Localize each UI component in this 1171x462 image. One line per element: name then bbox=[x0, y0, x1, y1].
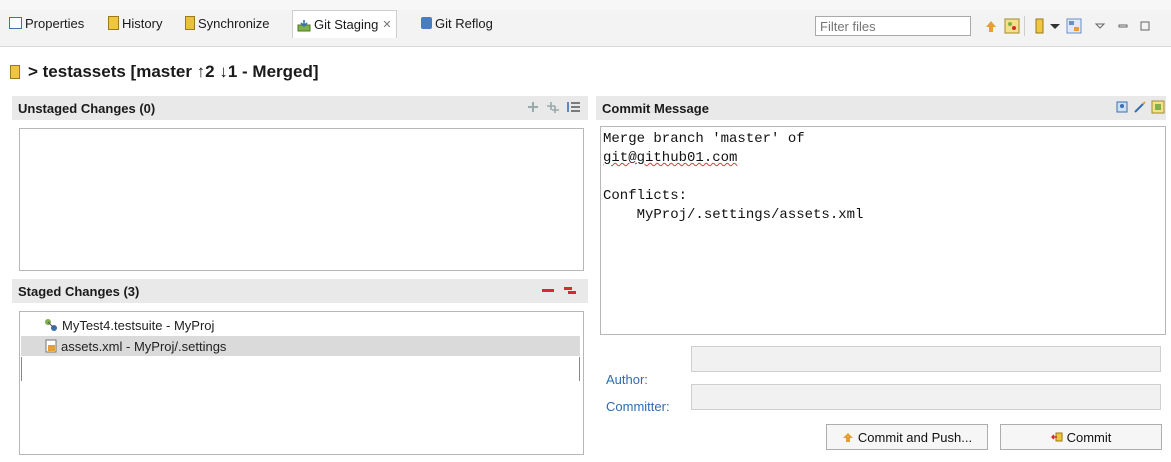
properties-icon bbox=[9, 17, 22, 29]
signed-off-icon[interactable] bbox=[1115, 100, 1129, 114]
commit-and-push-button[interactable]: Commit and Push... bbox=[826, 424, 988, 450]
unstage-all-icon[interactable] bbox=[563, 283, 577, 297]
compare-icon[interactable] bbox=[1004, 18, 1020, 34]
stage-icon[interactable] bbox=[526, 100, 540, 114]
tab-label: Git Staging bbox=[314, 17, 379, 32]
git-staging-icon bbox=[297, 19, 311, 31]
git-reflog-icon bbox=[421, 17, 432, 29]
author-label: Author: bbox=[606, 372, 648, 387]
repository-icon bbox=[10, 65, 20, 79]
minimize-icon[interactable] bbox=[1115, 18, 1131, 34]
scroll-indicator bbox=[579, 357, 580, 381]
staged-changes-title: Staged Changes (3) bbox=[18, 283, 140, 299]
synchronize-icon bbox=[185, 16, 195, 30]
presentation-icon[interactable] bbox=[1066, 18, 1082, 34]
testsuite-icon bbox=[45, 319, 57, 331]
unstaged-changes-list[interactable] bbox=[19, 128, 584, 271]
top-strip bbox=[0, 0, 1171, 10]
toolbar-separator bbox=[1024, 16, 1025, 36]
tab-git-reflog[interactable]: Git Reflog bbox=[421, 10, 493, 36]
commit-button[interactable]: Commit bbox=[1000, 424, 1162, 450]
maximize-icon[interactable] bbox=[1137, 18, 1153, 34]
tab-synchronize[interactable]: Synchronize bbox=[185, 10, 270, 36]
tab-git-staging[interactable]: Git Staging ✕ bbox=[292, 10, 397, 38]
commit-line-4: MyProj/.settings/assets.xml bbox=[603, 207, 864, 223]
history-icon bbox=[108, 16, 119, 30]
close-icon[interactable]: ✕ bbox=[382, 18, 391, 31]
commit-message-title: Commit Message bbox=[602, 100, 709, 116]
commit-line-1: Merge branch 'master' of bbox=[603, 131, 805, 147]
commit-icon bbox=[1050, 432, 1063, 442]
commit-line-2: git@github01.com bbox=[603, 150, 738, 166]
stage-all-icon[interactable] bbox=[546, 100, 560, 114]
refresh-icon[interactable] bbox=[983, 18, 999, 34]
tab-label: Git Reflog bbox=[435, 15, 493, 31]
xml-conflict-icon bbox=[45, 339, 57, 353]
staged-changes-list[interactable]: MyTest4.testsuite - MyProj assets.xml - … bbox=[19, 311, 584, 455]
commit-message-header: Commit Message bbox=[596, 96, 1166, 120]
list-item-label: MyTest4.testsuite - MyProj bbox=[62, 317, 215, 333]
list-item-label: assets.xml - MyProj/.settings bbox=[61, 338, 227, 354]
staged-changes-header: Staged Changes (3) bbox=[12, 279, 588, 303]
committer-label: Committer: bbox=[606, 399, 670, 414]
scroll-indicator bbox=[21, 357, 22, 381]
commit-label: Commit bbox=[1066, 429, 1112, 445]
tab-label: History bbox=[122, 15, 163, 31]
filter-files-input[interactable] bbox=[815, 16, 971, 36]
amend-icon[interactable] bbox=[1133, 100, 1147, 114]
tab-label: Synchronize bbox=[198, 15, 270, 31]
commit-line-3: Conflicts: bbox=[603, 188, 688, 204]
view-menu-icon[interactable] bbox=[1092, 18, 1108, 34]
author-field[interactable] bbox=[691, 346, 1161, 372]
committer-field[interactable] bbox=[691, 384, 1161, 410]
list-item[interactable]: assets.xml - MyProj/.settings bbox=[21, 336, 580, 356]
unstaged-changes-title: Unstaged Changes (0) bbox=[18, 100, 156, 116]
chevron-down-icon[interactable] bbox=[1047, 18, 1063, 34]
tab-history[interactable]: History bbox=[108, 10, 162, 36]
unstaged-changes-header: Unstaged Changes (0) bbox=[12, 96, 588, 120]
repository-title-row: > testassets [master ↑2 ↓1 - Merged] bbox=[10, 62, 319, 82]
presentation-list-icon[interactable] bbox=[567, 100, 581, 114]
commit-message-text[interactable]: Merge branch 'master' of git@github01.co… bbox=[603, 130, 863, 225]
push-icon bbox=[842, 433, 853, 442]
tab-properties[interactable]: Properties bbox=[9, 10, 84, 36]
list-item[interactable]: MyTest4.testsuite - MyProj bbox=[44, 315, 214, 335]
repository-icon[interactable] bbox=[1031, 18, 1047, 34]
tab-label: Properties bbox=[25, 15, 85, 31]
commit-and-push-label: Commit and Push... bbox=[857, 429, 973, 445]
page-title: > testassets [master ↑2 ↓1 - Merged] bbox=[28, 62, 319, 81]
unstage-icon[interactable] bbox=[541, 283, 555, 297]
change-id-icon[interactable] bbox=[1151, 100, 1165, 114]
